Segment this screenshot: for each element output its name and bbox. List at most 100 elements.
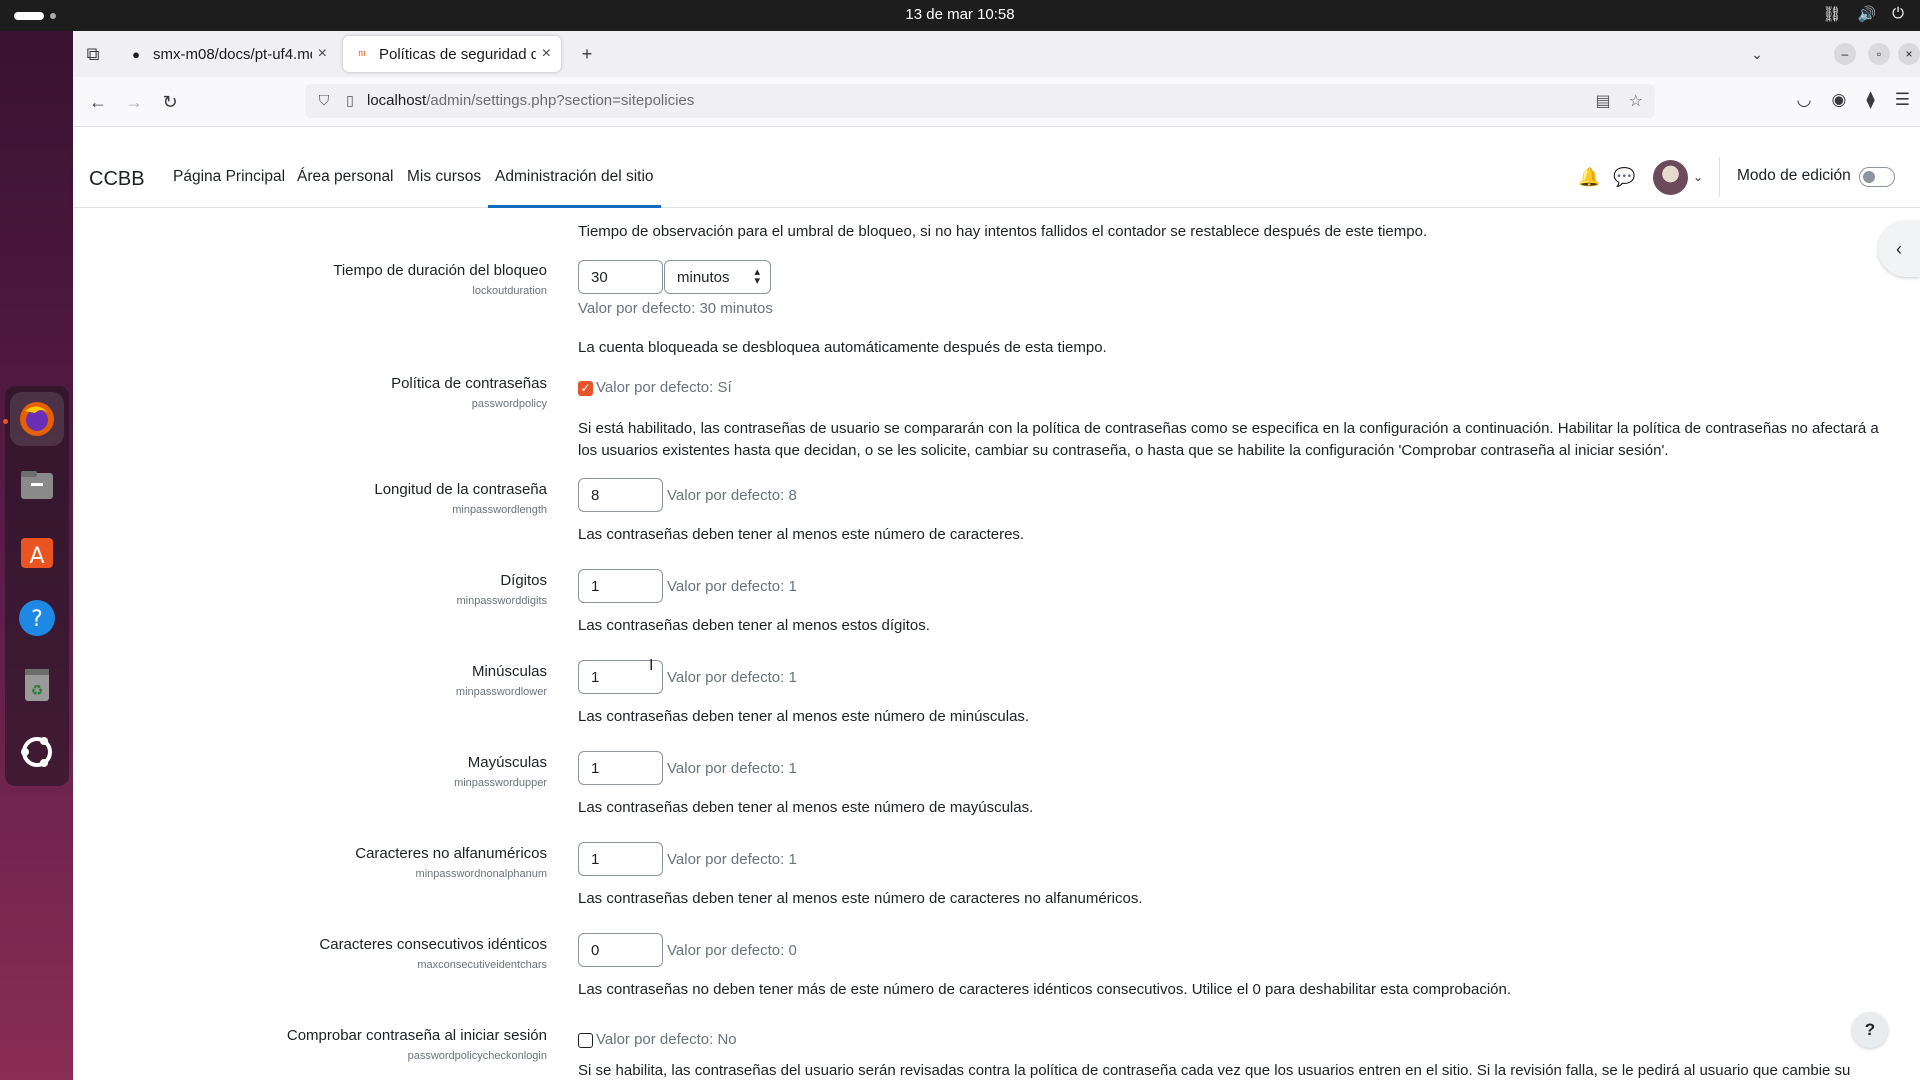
- passwordpolicycheckonlogin-description: Si se habilita, las contraseñas del usua…: [578, 1062, 1851, 1079]
- power-icon: ⏻: [1892, 5, 1904, 22]
- passwordpolicycheckonlogin-checkbox[interactable]: [578, 1033, 593, 1048]
- setting-label-passwordpolicycheckonlogin: Comprobar contraseña al iniciar sesión p…: [287, 1027, 547, 1062]
- setting-title: Minúsculas: [471, 663, 547, 680]
- lockoutduration-description: La cuenta bloqueada se desbloquea automá…: [578, 339, 1107, 356]
- lockoutduration-default: Valor por defecto: 30 minutos: [578, 300, 773, 317]
- nav-site-admin[interactable]: Administración del sitio: [488, 168, 661, 208]
- url-text[interactable]: localhost/admin/settings.php?section=sit…: [367, 92, 694, 109]
- ubuntu-apps-icon[interactable]: [10, 725, 64, 779]
- pocket-icon[interactable]: ◡: [1797, 90, 1812, 110]
- messages-icon[interactable]: 💬: [1613, 167, 1635, 188]
- minpasswordlower-default: Valor por defecto: 1: [667, 669, 797, 686]
- back-icon[interactable]: ←: [85, 89, 111, 115]
- setting-key: minpasswordupper: [454, 777, 547, 789]
- minpasswordupper-input[interactable]: 1: [578, 751, 663, 785]
- system-clock[interactable]: 13 de mar 10:58: [0, 6, 1920, 23]
- select-arrows-icon: ▴ ▾: [754, 266, 760, 287]
- nav-home[interactable]: Página Principal: [173, 168, 285, 186]
- setting-label-maxconsecutiveidentchars: Caracteres consecutivos idénticos maxcon…: [319, 936, 547, 971]
- navigation-toolbar: ← → ↻ ⛉ ▯ localhost/admin/settings.php?s…: [73, 77, 1920, 127]
- setting-title: Caracteres no alfanuméricos: [355, 845, 547, 862]
- trash-icon[interactable]: ♻: [10, 658, 64, 712]
- minpasswordlength-input[interactable]: 8: [578, 478, 663, 512]
- header-divider: [1719, 157, 1720, 197]
- lockoutduration-unit-select[interactable]: minutos ▴ ▾: [664, 260, 771, 294]
- url-path: /admin/settings.php?section=sitepolicies: [426, 92, 695, 109]
- menu-icon[interactable]: ☰: [1895, 90, 1910, 110]
- lockoutduration-input[interactable]: 30: [578, 260, 663, 294]
- shield-icon[interactable]: ⛉: [315, 92, 333, 110]
- minpassworddigits-input[interactable]: 1: [578, 569, 663, 603]
- tab-title: smx-m08/docs/pt-uf4.md: [153, 45, 312, 63]
- reload-icon[interactable]: ↻: [157, 89, 183, 115]
- setting-title: Caracteres consecutivos idénticos: [319, 936, 547, 953]
- passwordpolicycheckonlogin-default: Valor por defecto: No: [596, 1031, 737, 1048]
- system-tray[interactable]: ⛓ 🔊 ⏻: [1822, 5, 1904, 23]
- avatar[interactable]: [1653, 160, 1688, 195]
- account-icon[interactable]: ◉: [1832, 90, 1847, 110]
- help-icon[interactable]: ?: [10, 591, 64, 645]
- network-icon: ⛓: [1822, 6, 1842, 23]
- svg-text:?: ?: [31, 607, 43, 632]
- firefox-icon[interactable]: [10, 392, 64, 446]
- extensions-icon[interactable]: ⧫: [1866, 90, 1874, 110]
- close-window-icon[interactable]: ×: [1898, 43, 1920, 65]
- nav-my-courses[interactable]: Mis cursos: [407, 168, 481, 186]
- new-tab-icon[interactable]: +: [573, 40, 601, 68]
- setting-key: minpasswordlength: [452, 504, 547, 516]
- minpasswordnonalphanum-input[interactable]: 1: [578, 842, 663, 876]
- minimize-icon[interactable]: –: [1834, 43, 1856, 65]
- setting-title: Mayúsculas: [467, 754, 547, 771]
- minpasswordnonalphanum-default: Valor por defecto: 1: [667, 851, 797, 868]
- setting-label-lockoutduration: Tiempo de duración del bloqueo lockoutdu…: [333, 262, 547, 297]
- close-tab-icon[interactable]: ×: [318, 45, 327, 63]
- setting-label-minpasswordlength: Longitud de la contraseña minpasswordlen…: [374, 481, 547, 516]
- bookmark-star-icon[interactable]: ☆: [1629, 91, 1643, 111]
- setting-title: Longitud de la contraseña: [374, 481, 547, 498]
- chevron-left-icon: ‹: [1896, 238, 1902, 259]
- setting-label-passwordpolicy: Política de contraseñas passwordpolicy: [391, 375, 547, 410]
- files-icon[interactable]: [10, 458, 64, 512]
- minpassworddigits-default: Valor por defecto: 1: [667, 578, 797, 595]
- chevron-down-icon[interactable]: ⌄: [1693, 170, 1703, 184]
- setting-key: minpasswordnonalphanum: [415, 868, 547, 880]
- forward-icon[interactable]: →: [121, 89, 147, 115]
- tab-title: Políticas de seguridad del: [379, 45, 536, 63]
- minpassworddigits-description: Las contraseñas deben tener al menos est…: [578, 617, 930, 634]
- help-button[interactable]: ?: [1852, 1012, 1888, 1048]
- toolbar-actions: ◡ ◉ ⧫ ☰: [1797, 90, 1910, 110]
- maxconsecutiveidentchars-input[interactable]: 0: [578, 933, 663, 967]
- setting-title: Dígitos: [500, 572, 547, 589]
- nav-dashboard[interactable]: Área personal: [297, 168, 394, 186]
- bell-icon[interactable]: 🔔: [1578, 167, 1600, 188]
- edit-mode-label: Modo de edición: [1737, 167, 1851, 184]
- svg-text:A: A: [29, 544, 44, 569]
- text-cursor-icon: I: [649, 657, 654, 674]
- passwordpolicy-checkbox[interactable]: ✓: [578, 381, 593, 396]
- reader-view-icon[interactable]: ▤: [1596, 91, 1611, 111]
- minpasswordnonalphanum-description: Las contraseñas deben tener al menos est…: [578, 890, 1143, 907]
- tab-github[interactable]: ● smx-m08/docs/pt-uf4.md ×: [117, 36, 337, 72]
- setting-label-minpasswordlower: Minúsculas minpasswordlower: [456, 663, 547, 698]
- page-info-icon[interactable]: ▯: [341, 92, 359, 110]
- github-icon: ●: [132, 46, 140, 62]
- maximize-icon[interactable]: ▫: [1868, 43, 1890, 65]
- running-indicator: [3, 419, 8, 424]
- tab-politicas[interactable]: ᵐ Políticas de seguridad del ×: [343, 36, 561, 72]
- browser-window: ⧉ ● smx-m08/docs/pt-uf4.md × ᵐ Políticas…: [73, 31, 1920, 1080]
- close-tab-icon[interactable]: ×: [542, 45, 551, 63]
- setting-key: maxconsecutiveidentchars: [417, 959, 547, 971]
- svg-text:♻: ♻: [31, 683, 44, 699]
- passwordpolicy-description: Si está habilitado, las contraseñas de u…: [578, 420, 1879, 459]
- edit-mode-toggle[interactable]: [1859, 167, 1895, 187]
- volume-icon: 🔊: [1857, 6, 1877, 23]
- address-bar[interactable]: ⛉ ▯ localhost/admin/settings.php?section…: [305, 84, 1655, 118]
- list-tabs-icon[interactable]: ⌄: [1743, 40, 1771, 68]
- setting-label-minpasswordnonalphanum: Caracteres no alfanuméricos minpasswordn…: [355, 845, 547, 880]
- lockout-window-description: Tiempo de observación para el umbral de …: [578, 223, 1428, 240]
- site-brand[interactable]: CCBB: [89, 168, 145, 191]
- app-center-icon[interactable]: A: [10, 525, 64, 579]
- setting-title: Tiempo de duración del bloqueo: [333, 262, 547, 279]
- tab-history-icon[interactable]: ⧉: [79, 40, 107, 68]
- minpasswordupper-description: Las contraseñas deben tener al menos est…: [578, 799, 1034, 816]
